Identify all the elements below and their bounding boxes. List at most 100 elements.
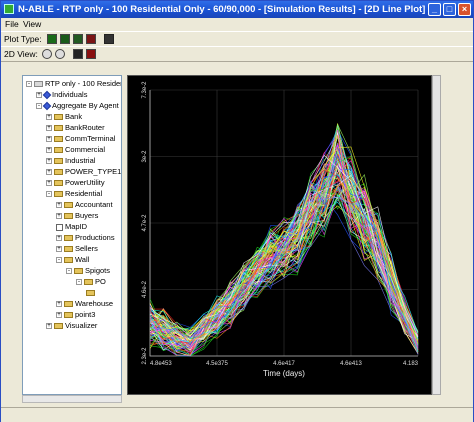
tree-node[interactable]: - Wall: [56, 255, 89, 264]
expand-icon[interactable]: +: [56, 213, 62, 220]
tree-node-label: PowerUtility: [65, 178, 105, 187]
expand-icon[interactable]: +: [46, 125, 52, 132]
expand-icon[interactable]: +: [56, 301, 62, 308]
x-tick-label: 4.6e417: [273, 361, 295, 367]
tree-node[interactable]: + Productions: [56, 233, 115, 242]
y-tick-label: 2.3e-2: [142, 347, 148, 365]
tree-node-label: Industrial: [65, 156, 96, 165]
tree-node[interactable]: + CommTerminal: [46, 134, 115, 143]
tree-node[interactable]: + Industrial: [46, 156, 95, 165]
expand-icon[interactable]: +: [46, 114, 52, 121]
y-tick-label: 4.6e-2: [142, 280, 148, 298]
export-icon[interactable]: [104, 34, 114, 44]
grid-icon[interactable]: [73, 49, 83, 59]
diamond-icon: [42, 90, 52, 100]
expand-icon[interactable]: +: [56, 312, 62, 319]
tree-node[interactable]: + PowerUtility: [46, 178, 105, 187]
area-plot-icon[interactable]: [86, 34, 96, 44]
minimize-button[interactable]: _: [428, 3, 441, 16]
expand-icon[interactable]: +: [56, 235, 62, 242]
tree-node[interactable]: + POWER_TYPE1: [46, 167, 121, 176]
checkbox-icon: [56, 223, 63, 231]
tree-node[interactable]: + Buyers: [56, 211, 98, 220]
menu-file[interactable]: File: [5, 18, 19, 31]
app-icon: [4, 4, 14, 14]
tree-node[interactable]: [86, 288, 97, 297]
x-axis-label: Time (days): [263, 369, 305, 378]
tree-horizontal-scrollbar[interactable]: [22, 395, 122, 403]
tree-node-label: Warehouse: [75, 299, 114, 308]
color-icon[interactable]: [86, 49, 96, 59]
line-plot-icon[interactable]: [47, 34, 57, 44]
folder-icon: [86, 290, 95, 297]
tree-node-label: Wall: [75, 255, 90, 264]
x-tick-label: 4.5e375: [206, 361, 228, 367]
collapse-icon[interactable]: -: [46, 191, 52, 198]
collapse-icon[interactable]: -: [76, 279, 82, 286]
maximize-button[interactable]: □: [443, 3, 456, 16]
menu-view[interactable]: View: [23, 18, 41, 31]
zoom-in-icon[interactable]: [42, 49, 52, 59]
close-button[interactable]: ×: [458, 3, 471, 16]
tree-node-label: Bank: [65, 112, 83, 121]
y-tick-label: 3e-2: [142, 150, 148, 163]
tree-node-label: Productions: [75, 233, 115, 242]
tree-node[interactable]: + Warehouse: [56, 299, 113, 308]
collapse-icon[interactable]: -: [26, 81, 32, 88]
tree-node[interactable]: + Sellers: [56, 244, 98, 253]
tree-node[interactable]: MapID: [56, 222, 87, 231]
tree-node-label: Sellers: [75, 244, 98, 253]
tree-node-label: Visualizer: [65, 321, 98, 330]
expand-icon[interactable]: +: [46, 136, 52, 143]
tree-node[interactable]: - RTP only - 100 Residenti: [26, 79, 122, 88]
tree-node-label: Commercial: [65, 145, 106, 154]
tree-node[interactable]: - Residential: [46, 189, 102, 198]
folder-icon: [54, 169, 63, 176]
expand-icon[interactable]: +: [36, 92, 42, 99]
2d-view-toolbar: 2D View:: [1, 46, 473, 62]
tree-node-label: CommTerminal: [65, 134, 116, 143]
y-tick-label: 7.3e-2: [142, 81, 148, 99]
results-tree[interactable]: - RTP only - 100 Residenti + Individuals - Ag…: [22, 75, 122, 395]
expand-icon[interactable]: +: [46, 169, 52, 176]
x-tick-label: 4.6e413: [340, 361, 362, 367]
tree-node[interactable]: + Accountant: [56, 200, 113, 209]
plot-area: 4.8e453 4.5e375 4.6e417 4.6e413 4.183 7.3e-2 3…: [127, 75, 432, 395]
folder-icon: [54, 125, 63, 132]
folder-icon: [64, 312, 73, 319]
zoom-out-icon[interactable]: [55, 49, 65, 59]
tree-node-label: point3: [75, 310, 96, 319]
bar-plot-icon[interactable]: [60, 34, 70, 44]
tree-node-label: Buyers: [75, 211, 99, 220]
tree-node[interactable]: + Bank: [46, 112, 82, 121]
expand-icon[interactable]: +: [46, 158, 52, 165]
expand-icon[interactable]: +: [56, 202, 62, 209]
plot-type-toolbar: Plot Type:: [1, 31, 473, 47]
tree-node-label: Residential: [65, 189, 103, 198]
collapse-icon[interactable]: -: [56, 257, 62, 264]
folder-icon: [74, 268, 83, 275]
tree-node[interactable]: + Visualizer: [46, 321, 97, 330]
tree-node-label: RTP only - 100 Residenti: [45, 79, 122, 88]
tree-node[interactable]: - Spigots: [66, 266, 110, 275]
expand-icon[interactable]: +: [46, 147, 52, 154]
tree-node[interactable]: - Aggregate By Agent: [36, 101, 119, 111]
tree-node[interactable]: + Commercial: [46, 145, 105, 154]
tree-node[interactable]: - PO: [76, 277, 106, 286]
folder-icon: [64, 213, 73, 220]
tree-node-label: PO: [95, 277, 106, 286]
tree-node[interactable]: + Individuals: [36, 90, 87, 100]
expand-icon[interactable]: +: [56, 246, 62, 253]
plot-type-label: Plot Type:: [4, 34, 42, 44]
folder-icon: [54, 158, 63, 165]
plot-vertical-scrollbar[interactable]: [432, 75, 441, 395]
tree-node-label: Accountant: [75, 200, 113, 209]
expand-icon[interactable]: +: [46, 180, 52, 187]
expand-icon[interactable]: +: [46, 323, 52, 330]
scatter-plot-icon[interactable]: [73, 34, 83, 44]
tree-node[interactable]: + point3: [56, 310, 95, 319]
tree-node[interactable]: + BankRouter: [46, 123, 105, 132]
window-title: N-ABLE - RTP only - 100 Residential Only…: [18, 4, 426, 15]
collapse-icon[interactable]: -: [36, 103, 42, 110]
collapse-icon[interactable]: -: [66, 268, 72, 275]
